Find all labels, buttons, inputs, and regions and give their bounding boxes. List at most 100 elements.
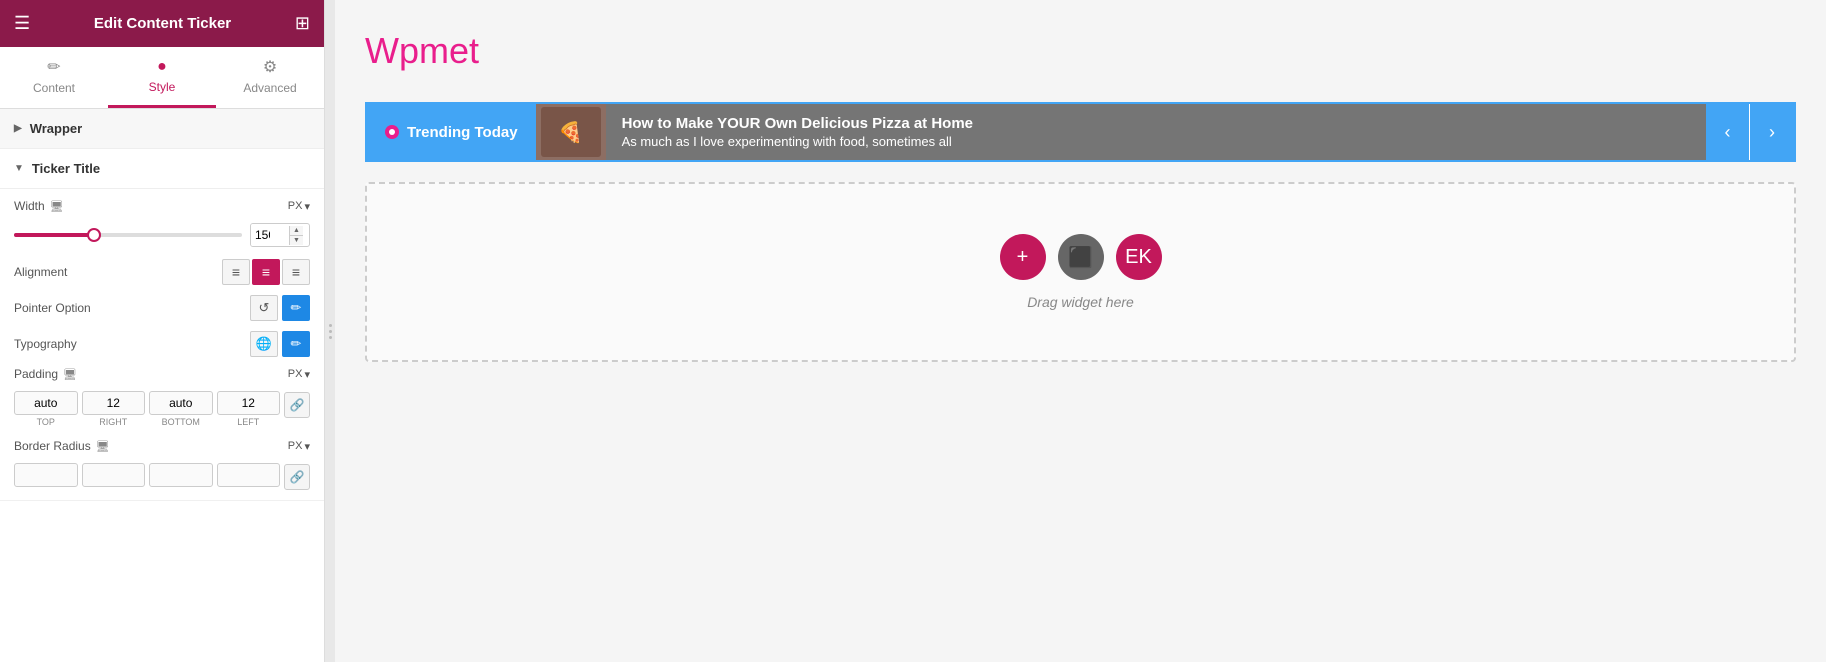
sidebar-tabs: ✏ Content ● Style ⚙ Advanced: [0, 47, 324, 109]
padding-right-label: RIGHT: [99, 417, 127, 427]
sidebar-header: ☰ Edit Content Ticker ⊞: [0, 0, 324, 47]
padding-bottom-input[interactable]: [149, 391, 213, 415]
slider-fill: [14, 233, 94, 237]
alignment-row: Alignment ≡ ≡ ≡: [14, 259, 310, 285]
folder-widget-button[interactable]: ⬛: [1058, 234, 1104, 280]
ticker-image-placeholder: 🍕: [541, 107, 601, 157]
width-input-field[interactable]: [251, 224, 289, 246]
wrapper-section-label: Wrapper: [30, 121, 83, 136]
border-radius-monitor-icon: 🖥: [96, 440, 110, 453]
ticker-title-section-header[interactable]: ▼ Ticker Title: [0, 149, 324, 189]
unit-select-width[interactable]: PX ▾: [288, 200, 310, 213]
pointer-edit-button[interactable]: ✏: [282, 295, 310, 321]
typography-label: Typography: [14, 337, 77, 351]
border-radius-left-input[interactable]: [217, 463, 281, 487]
border-radius-link-button[interactable]: 🔗: [284, 464, 310, 490]
align-center-button[interactable]: ≡: [252, 259, 280, 285]
drop-zone-buttons: + ⬛ EK: [1000, 234, 1162, 280]
tab-content-label: Content: [33, 81, 75, 95]
padding-top-label: TOP: [37, 417, 55, 427]
width-number-input[interactable]: ▲ ▼: [250, 223, 310, 247]
border-radius-top-input[interactable]: [14, 463, 78, 487]
ticker-text-subtitle: As much as I love experimenting with foo…: [622, 134, 1690, 149]
padding-left-input[interactable]: [217, 391, 281, 415]
border-radius-bottom-wrap: [149, 463, 213, 490]
pointer-option-label: Pointer Option: [14, 301, 91, 315]
pointer-option-buttons: ↺ ✏: [250, 295, 310, 321]
content-tab-icon: ✏: [47, 57, 60, 77]
alignment-buttons: ≡ ≡ ≡: [222, 259, 310, 285]
padding-top-wrap: TOP: [14, 391, 78, 427]
monitor-icon: 🖥: [50, 200, 64, 213]
main-content: Wpmet Trending Today 🍕 How to Make YOUR …: [335, 0, 1826, 662]
tab-advanced-label: Advanced: [243, 81, 296, 95]
width-slider[interactable]: [14, 233, 242, 237]
resize-dots: [329, 324, 332, 339]
tab-advanced[interactable]: ⚙ Advanced: [216, 47, 324, 108]
ticker-next-button[interactable]: ›: [1750, 104, 1794, 160]
padding-grid: TOP RIGHT BOTTOM LEFT 🔗: [14, 391, 310, 427]
align-right-button[interactable]: ≡: [282, 259, 310, 285]
wrapper-chevron: ▶: [14, 123, 22, 134]
style-tab-icon: ●: [157, 58, 167, 76]
drop-zone-text: Drag widget here: [1027, 294, 1134, 310]
border-radius-bottom-input[interactable]: [149, 463, 213, 487]
wpmet-title: Wpmet: [365, 20, 1796, 82]
padding-top-input[interactable]: [14, 391, 78, 415]
ticker-prev-button[interactable]: ‹: [1706, 104, 1750, 160]
ticker-title-section-label: Ticker Title: [32, 161, 100, 176]
unit-select-border-radius[interactable]: PX ▾: [288, 440, 310, 453]
ticker-label-text: Trending Today: [407, 124, 518, 141]
border-radius-left-wrap: [217, 463, 281, 490]
menu-icon[interactable]: ☰: [14, 13, 30, 34]
drop-zone: + ⬛ EK Drag widget here: [365, 182, 1796, 362]
tab-style[interactable]: ● Style: [108, 47, 216, 108]
pointer-reset-button[interactable]: ↺: [250, 295, 278, 321]
border-radius-grid: 🔗: [14, 463, 310, 490]
padding-left-wrap: LEFT: [217, 391, 281, 427]
typography-edit-button[interactable]: ✏: [282, 331, 310, 357]
width-section: Width 🖥 PX ▾ ▲ ▼: [0, 189, 324, 501]
ticker-label: Trending Today: [367, 104, 536, 160]
width-slider-row: ▲ ▼: [14, 223, 310, 247]
typography-row: Typography 🌐 ✏: [14, 331, 310, 357]
padding-row: Padding 🖥 PX ▾: [14, 367, 310, 381]
padding-right-wrap: RIGHT: [82, 391, 146, 427]
padding-bottom-label: BOTTOM: [162, 417, 200, 427]
resize-bar[interactable]: [325, 0, 335, 662]
padding-left-label: LEFT: [237, 417, 259, 427]
wrapper-section-header[interactable]: ▶ Wrapper: [0, 109, 324, 149]
border-radius-top-wrap: [14, 463, 78, 490]
padding-monitor-icon: 🖥: [63, 368, 77, 381]
pointer-option-row: Pointer Option ↺ ✏: [14, 295, 310, 321]
ticker-nav: ‹ ›: [1706, 104, 1794, 160]
ticker-title-chevron: ▼: [14, 163, 24, 174]
border-radius-right-wrap: [82, 463, 146, 490]
grid-icon[interactable]: ⊞: [295, 13, 310, 34]
padding-link-button[interactable]: 🔗: [284, 392, 310, 418]
advanced-tab-icon: ⚙: [263, 57, 277, 77]
typography-buttons: 🌐 ✏: [250, 331, 310, 357]
padding-bottom-wrap: BOTTOM: [149, 391, 213, 427]
alignment-label: Alignment: [14, 265, 67, 279]
unit-select-padding[interactable]: PX ▾: [288, 368, 310, 381]
border-radius-right-input[interactable]: [82, 463, 146, 487]
edit-widget-button[interactable]: EK: [1116, 234, 1162, 280]
padding-right-input[interactable]: [82, 391, 146, 415]
tab-content[interactable]: ✏ Content: [0, 47, 108, 108]
typography-globe-button[interactable]: 🌐: [250, 331, 278, 357]
align-left-button[interactable]: ≡: [222, 259, 250, 285]
width-spinners: ▲ ▼: [289, 226, 303, 245]
slider-thumb[interactable]: [87, 228, 101, 242]
border-radius-label: Border Radius 🖥: [14, 439, 110, 453]
width-spin-up[interactable]: ▲: [290, 226, 303, 236]
width-label: Width 🖥: [14, 199, 64, 213]
ticker-dot: [385, 125, 399, 139]
border-radius-row: Border Radius 🖥 PX ▾: [14, 439, 310, 453]
ticker-text: How to Make YOUR Own Delicious Pizza at …: [606, 104, 1706, 160]
ticker-image: 🍕: [536, 104, 606, 160]
sidebar: ☰ Edit Content Ticker ⊞ ✏ Content ● Styl…: [0, 0, 325, 662]
width-spin-down[interactable]: ▼: [290, 236, 303, 245]
ticker-bar: Trending Today 🍕 How to Make YOUR Own De…: [365, 102, 1796, 162]
add-widget-button[interactable]: +: [1000, 234, 1046, 280]
